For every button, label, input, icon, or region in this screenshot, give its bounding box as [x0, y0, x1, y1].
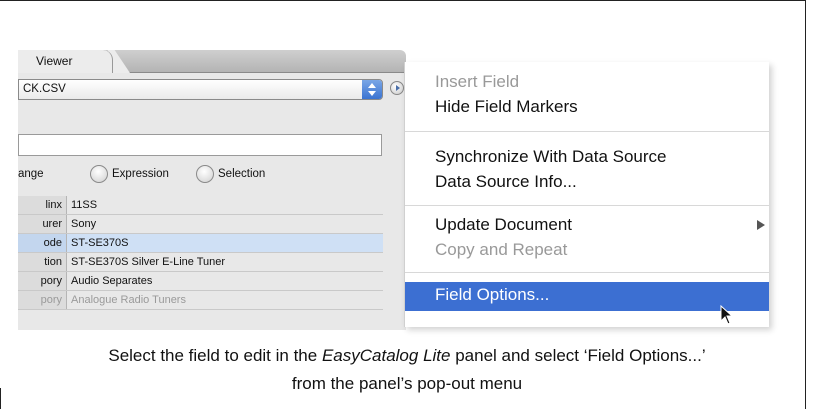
search-input[interactable] [18, 134, 382, 156]
caption-line-2: from the panel’s pop-out menu [291, 374, 523, 393]
table-row[interactable]: urer Sony [18, 215, 383, 234]
panel-tab-bar: Viewer [18, 50, 406, 73]
table-row[interactable]: pory Audio Separates [18, 272, 383, 291]
menu-item-update-document[interactable]: Update Document [435, 215, 572, 235]
field-value: 11SS [71, 199, 98, 211]
field-name: pory [18, 272, 67, 290]
menu-separator [405, 205, 769, 206]
menu-item-field-options-label: Field Options... [435, 285, 550, 304]
submenu-arrow-icon [757, 220, 765, 230]
field-value: ST-SE370S [71, 237, 129, 249]
field-value: Analogue Radio Tuners [71, 294, 186, 306]
radio-selection[interactable] [196, 165, 214, 183]
radio-expression[interactable] [90, 165, 108, 183]
menu-item-copy-and-repeat[interactable]: Copy and Repeat [435, 240, 567, 260]
data-source-file: CK.CSV [23, 83, 66, 95]
menu-item-data-source-info[interactable]: Data Source Info... [435, 172, 577, 192]
field-name: ode [18, 234, 67, 252]
caption-text: panel and select ‘Field Options...’ [450, 346, 706, 365]
easycatalog-panel: Viewer CK.CSV ange Expression Selection … [18, 50, 406, 330]
tab-viewer[interactable]: Viewer [18, 50, 113, 73]
field-name: pory [18, 291, 67, 309]
data-source-select[interactable]: CK.CSV [18, 79, 383, 100]
panel-popout-menu: Insert Field Hide Field Markers Synchron… [404, 62, 769, 327]
caption-text: Select the field to edit in the [108, 346, 322, 365]
field-value: Audio Separates [71, 275, 153, 287]
menu-separator [405, 131, 769, 132]
table-row[interactable]: linx 11SS [18, 196, 383, 215]
field-name: urer [18, 215, 67, 233]
table-row[interactable]: tion ST-SE370S Silver E-Line Tuner [18, 253, 383, 272]
radio-label-range: ange [18, 168, 44, 180]
field-value: ST-SE370S Silver E-Line Tuner [71, 256, 226, 268]
radio-label-expression: Expression [112, 168, 169, 180]
menu-item-hide-field-markers[interactable]: Hide Field Markers [435, 97, 578, 117]
caption-emphasis: EasyCatalog Lite [321, 346, 451, 365]
table-row[interactable]: pory Analogue Radio Tuners [18, 291, 383, 310]
field-name: linx [18, 196, 67, 214]
field-value: Sony [71, 218, 97, 230]
field-name: tion [18, 253, 67, 271]
mouse-pointer-icon [720, 305, 734, 325]
menu-item-insert-field[interactable]: Insert Field [435, 72, 519, 92]
caption-line-1: Select the field to edit in the EasyCata… [0, 346, 814, 366]
menu-item-field-options[interactable]: Field Options... [405, 282, 769, 311]
table-row-selected[interactable]: ode ST-SE370S [18, 234, 383, 253]
panel-menu-button[interactable] [390, 81, 404, 95]
select-arrows-icon[interactable] [362, 80, 382, 99]
menu-separator [405, 272, 769, 273]
menu-item-synchronize[interactable]: Synchronize With Data Source [435, 147, 667, 167]
radio-label-selection: Selection [218, 168, 266, 180]
